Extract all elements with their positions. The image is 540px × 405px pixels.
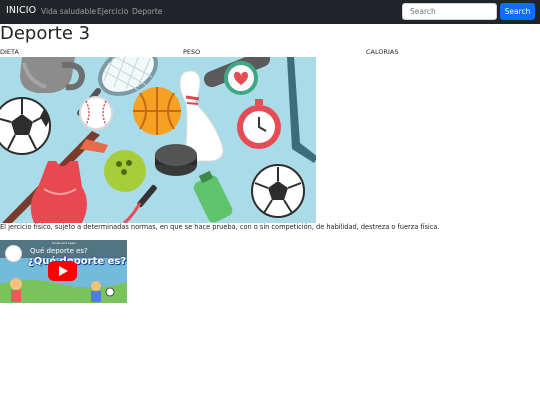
play-button-icon[interactable] — [48, 261, 77, 281]
video-embed[interactable]: Smile and Learn Qué deporte es? ¿Qué dep… — [0, 240, 127, 303]
navbar: INICIO Vida saludable Ejercicio Deporte … — [0, 0, 540, 24]
brand-link[interactable]: INICIO — [6, 5, 36, 16]
search-button[interactable]: Search — [500, 3, 535, 20]
swimsuit-icon — [30, 161, 87, 223]
baseball-icon — [79, 96, 113, 130]
nav-link-deporte[interactable]: Deporte — [132, 7, 162, 16]
video-channel-text: Smile and Learn — [52, 241, 77, 245]
column-header-dieta: DIETA — [0, 48, 19, 56]
heart-rate-watch-icon — [203, 57, 271, 95]
water-bottle-icon — [193, 170, 233, 223]
video-overlay-title: ¿Qué deporte es? — [28, 256, 127, 267]
bowling-ball-icon — [104, 150, 146, 192]
soccer-ball-icon — [0, 97, 51, 155]
kettlebell-icon — [20, 57, 86, 93]
basketball-icon — [133, 87, 181, 135]
page-title: Deporte 3 — [0, 23, 91, 44]
search-input[interactable] — [402, 3, 497, 20]
hockey-puck-icon — [155, 144, 197, 176]
hockey-stick-right-icon — [287, 57, 316, 163]
nav-link-vida-saludable[interactable]: Vida saludable — [41, 7, 96, 16]
description-text: El jercicio físico, sujeto a determinada… — [0, 223, 440, 231]
column-header-calorias: CALORIAS — [366, 48, 399, 56]
stopwatch-icon — [237, 99, 281, 149]
video-title[interactable]: Qué deporte es? — [30, 247, 88, 255]
column-header-peso: PESO — [183, 48, 201, 56]
soccer-ball-right-icon — [251, 164, 305, 218]
channel-logo-icon[interactable] — [5, 245, 22, 262]
nav-link-ejercicio[interactable]: Ejercicio — [97, 7, 128, 16]
sports-equipment-image — [0, 57, 316, 223]
